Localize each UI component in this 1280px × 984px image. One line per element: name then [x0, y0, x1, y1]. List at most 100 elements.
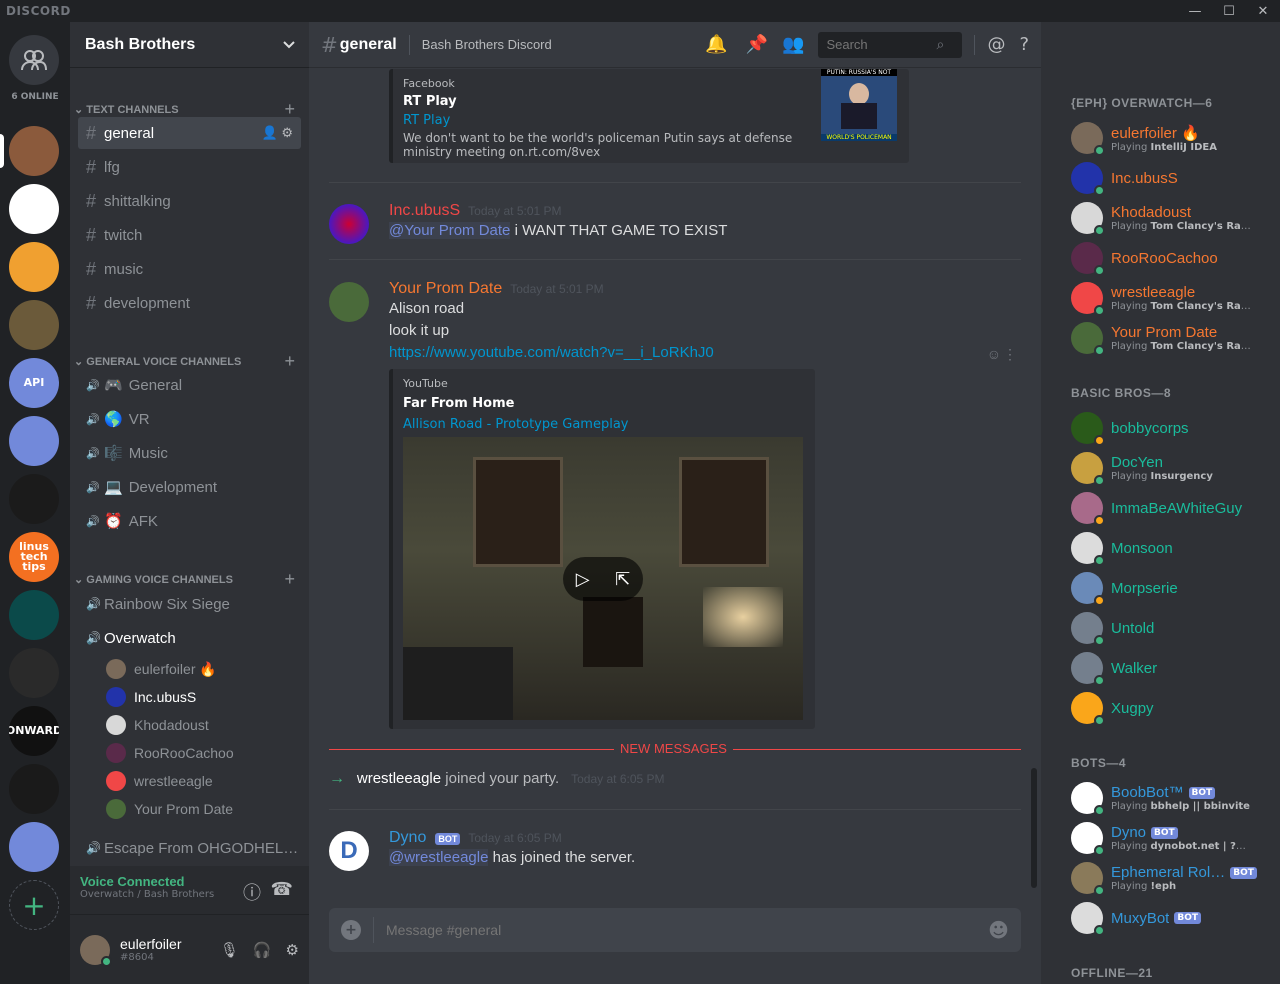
member-item[interactable]: Untold: [1071, 612, 1274, 646]
server-api-icon[interactable]: API: [9, 358, 59, 408]
voice-channel-development[interactable]: 🔊 💻 Development: [78, 471, 301, 503]
member-item[interactable]: Xugpy: [1071, 692, 1274, 726]
server-hello-kitty-icon[interactable]: [9, 184, 59, 234]
member-item[interactable]: bobbycorps: [1071, 412, 1274, 446]
channel-settings-icon[interactable]: 👤 ⚙: [262, 125, 293, 141]
member-item[interactable]: Morpserie: [1071, 572, 1274, 606]
server-eagle-icon[interactable]: [9, 764, 59, 814]
search-input[interactable]: [826, 37, 937, 52]
member-item[interactable]: Inc.ubusS: [1071, 162, 1274, 196]
server-zombie-icon[interactable]: [9, 300, 59, 350]
member-item[interactable]: eulerfoiler 🔥 Playing IntelliJ IDEA: [1071, 122, 1274, 156]
message-link[interactable]: https://www.youtube.com/watch?v=__i_LoRK…: [389, 342, 1021, 364]
member-item[interactable]: Your Prom DatePlaying Tom Clancy's Rainb…: [1071, 322, 1274, 356]
server-matrix-icon[interactable]: [9, 590, 59, 640]
voice-user[interactable]: eulerfoiler 🔥: [106, 656, 217, 682]
message-author[interactable]: Your Prom Date: [389, 280, 502, 297]
member-item[interactable]: DocYen Playing Insurgency: [1071, 452, 1274, 486]
chevron-down-icon: [283, 40, 295, 48]
server-robot-icon[interactable]: [9, 474, 59, 524]
voice-channel-overwatch[interactable]: 🔊 Overwatch: [78, 622, 301, 654]
server-anime-icon[interactable]: [9, 822, 59, 872]
voice-channel-music[interactable]: 🔊 🎼 Music: [78, 437, 301, 469]
channel-label: Development: [128, 478, 218, 496]
user-mention[interactable]: @wrestleeagle: [389, 849, 489, 866]
channel-general[interactable]: # general 👤 ⚙: [78, 117, 301, 149]
message-input[interactable]: [386, 922, 989, 938]
member-item[interactable]: Monsoon: [1071, 532, 1274, 566]
channel-music[interactable]: # music: [78, 253, 301, 285]
voice-channel-general[interactable]: 🔊 🎮 General: [78, 369, 301, 401]
member-item[interactable]: Ephemeral Rol… BOT Playing !eph: [1071, 862, 1274, 896]
members-icon[interactable]: 👥: [782, 34, 804, 55]
member-item[interactable]: ImmaBeAWhiteGuy: [1071, 492, 1274, 526]
avatar[interactable]: D: [329, 831, 369, 871]
message-timestamp: Today at 5:01 PM: [510, 282, 604, 296]
video-thumbnail[interactable]: ▷ ⇱: [403, 437, 803, 720]
maximize-icon[interactable]: ☐: [1212, 4, 1246, 19]
voice-user[interactable]: wrestleeagle: [106, 768, 213, 794]
headphones-icon[interactable]: 🎧: [253, 941, 272, 959]
close-icon[interactable]: ✕: [1246, 4, 1280, 19]
voice-user[interactable]: Khodadoust: [106, 712, 209, 738]
play-icon[interactable]: ▷: [576, 569, 590, 590]
avatar[interactable]: [329, 282, 369, 322]
message-author[interactable]: Inc.ubusS: [389, 202, 460, 219]
mic-icon[interactable]: 🎙: [220, 941, 239, 959]
avatar[interactable]: [329, 204, 369, 244]
voice-user[interactable]: Inc.ubusS: [106, 684, 196, 710]
member-item[interactable]: MuxyBot BOT: [1071, 902, 1274, 936]
channel-lfg[interactable]: # lfg: [78, 151, 301, 183]
member-item[interactable]: RooRooCachoo: [1071, 242, 1274, 276]
member-activity: Playing Tom Clancy's Rainbo…: [1111, 341, 1251, 352]
server-santa-icon[interactable]: [9, 416, 59, 466]
upload-plus-icon[interactable]: +: [341, 920, 361, 940]
server-1-icon[interactable]: [9, 126, 59, 176]
search-box[interactable]: ⌕: [818, 31, 963, 58]
embed-link[interactable]: Allison Road - Prototype Gameplay: [403, 417, 805, 432]
voice-user[interactable]: Your Prom Date: [106, 796, 233, 822]
minimize-icon[interactable]: —: [1178, 4, 1212, 19]
server-explosion-icon[interactable]: [9, 242, 59, 292]
avatar[interactable]: [80, 934, 112, 967]
pin-icon[interactable]: 📌: [746, 34, 768, 55]
mention-icon[interactable]: @: [987, 34, 1005, 55]
server-linus-icon[interactable]: linus tech tips: [9, 532, 59, 582]
member-item[interactable]: BoobBot™ BOT Playing bbhelp || bbinvite: [1071, 782, 1274, 816]
disconnect-icon[interactable]: ☎: [271, 879, 293, 900]
status-indicator: [1094, 225, 1105, 236]
message-author[interactable]: wrestleeagle: [357, 770, 441, 787]
member-item[interactable]: Walker: [1071, 652, 1274, 686]
settings-gear-icon[interactable]: ⚙: [286, 941, 299, 959]
user-mention[interactable]: @Your Prom Date: [389, 222, 511, 239]
info-icon[interactable]: ⓘ: [243, 879, 261, 905]
member-item[interactable]: wrestleeaglePlaying Tom Clancy's Rainbo…: [1071, 282, 1274, 316]
hash-icon: #: [86, 156, 97, 177]
help-icon[interactable]: ?: [1019, 34, 1029, 55]
voice-channel-escape[interactable]: 🔊 Escape From OHGODHEL…: [78, 832, 301, 864]
add-channel-icon[interactable]: +: [284, 569, 295, 590]
voice-channel-vr[interactable]: 🔊 🌎 VR: [78, 403, 301, 435]
voice-user[interactable]: RooRooCachoo: [106, 740, 234, 766]
friends-home-icon[interactable]: [9, 35, 59, 85]
server-pixel-icon[interactable]: [9, 648, 59, 698]
channel-shittalking[interactable]: # shittalking: [78, 185, 301, 217]
member-item[interactable]: Dyno BOT Playing dynobot.net | ?help: [1071, 822, 1274, 856]
scrollbar[interactable]: [1031, 768, 1037, 888]
message-author[interactable]: Dyno: [389, 829, 426, 846]
add-server-icon[interactable]: +: [9, 880, 59, 930]
voice-channel-rainbow[interactable]: 🔊 Rainbow Six Siege: [78, 588, 301, 620]
more-options-icon[interactable]: ⋮: [1003, 346, 1017, 363]
open-external-icon[interactable]: ⇱: [615, 569, 630, 590]
embed-thumbnail[interactable]: PUTIN: RUSSIA'S NOT WORLD'S POLICEMAN: [821, 69, 897, 141]
server-header[interactable]: Bash Brothers: [70, 22, 309, 68]
emoji-picker-icon[interactable]: ☻: [988, 918, 1009, 942]
channel-twitch[interactable]: # twitch: [78, 219, 301, 251]
category-gaming-voice[interactable]: ⌄ GAMING VOICE CHANNELS +: [74, 569, 295, 590]
emoji-reaction-icon[interactable]: ☺: [987, 346, 1001, 362]
channel-development[interactable]: # development: [78, 287, 301, 319]
bell-icon[interactable]: 🔔: [705, 34, 727, 55]
server-onward-icon[interactable]: ONWARD: [9, 706, 59, 756]
voice-channel-afk[interactable]: 🔊 ⏰ AFK: [78, 505, 301, 537]
member-item[interactable]: KhodadoustPlaying Tom Clancy's Rainbo…: [1071, 202, 1274, 236]
